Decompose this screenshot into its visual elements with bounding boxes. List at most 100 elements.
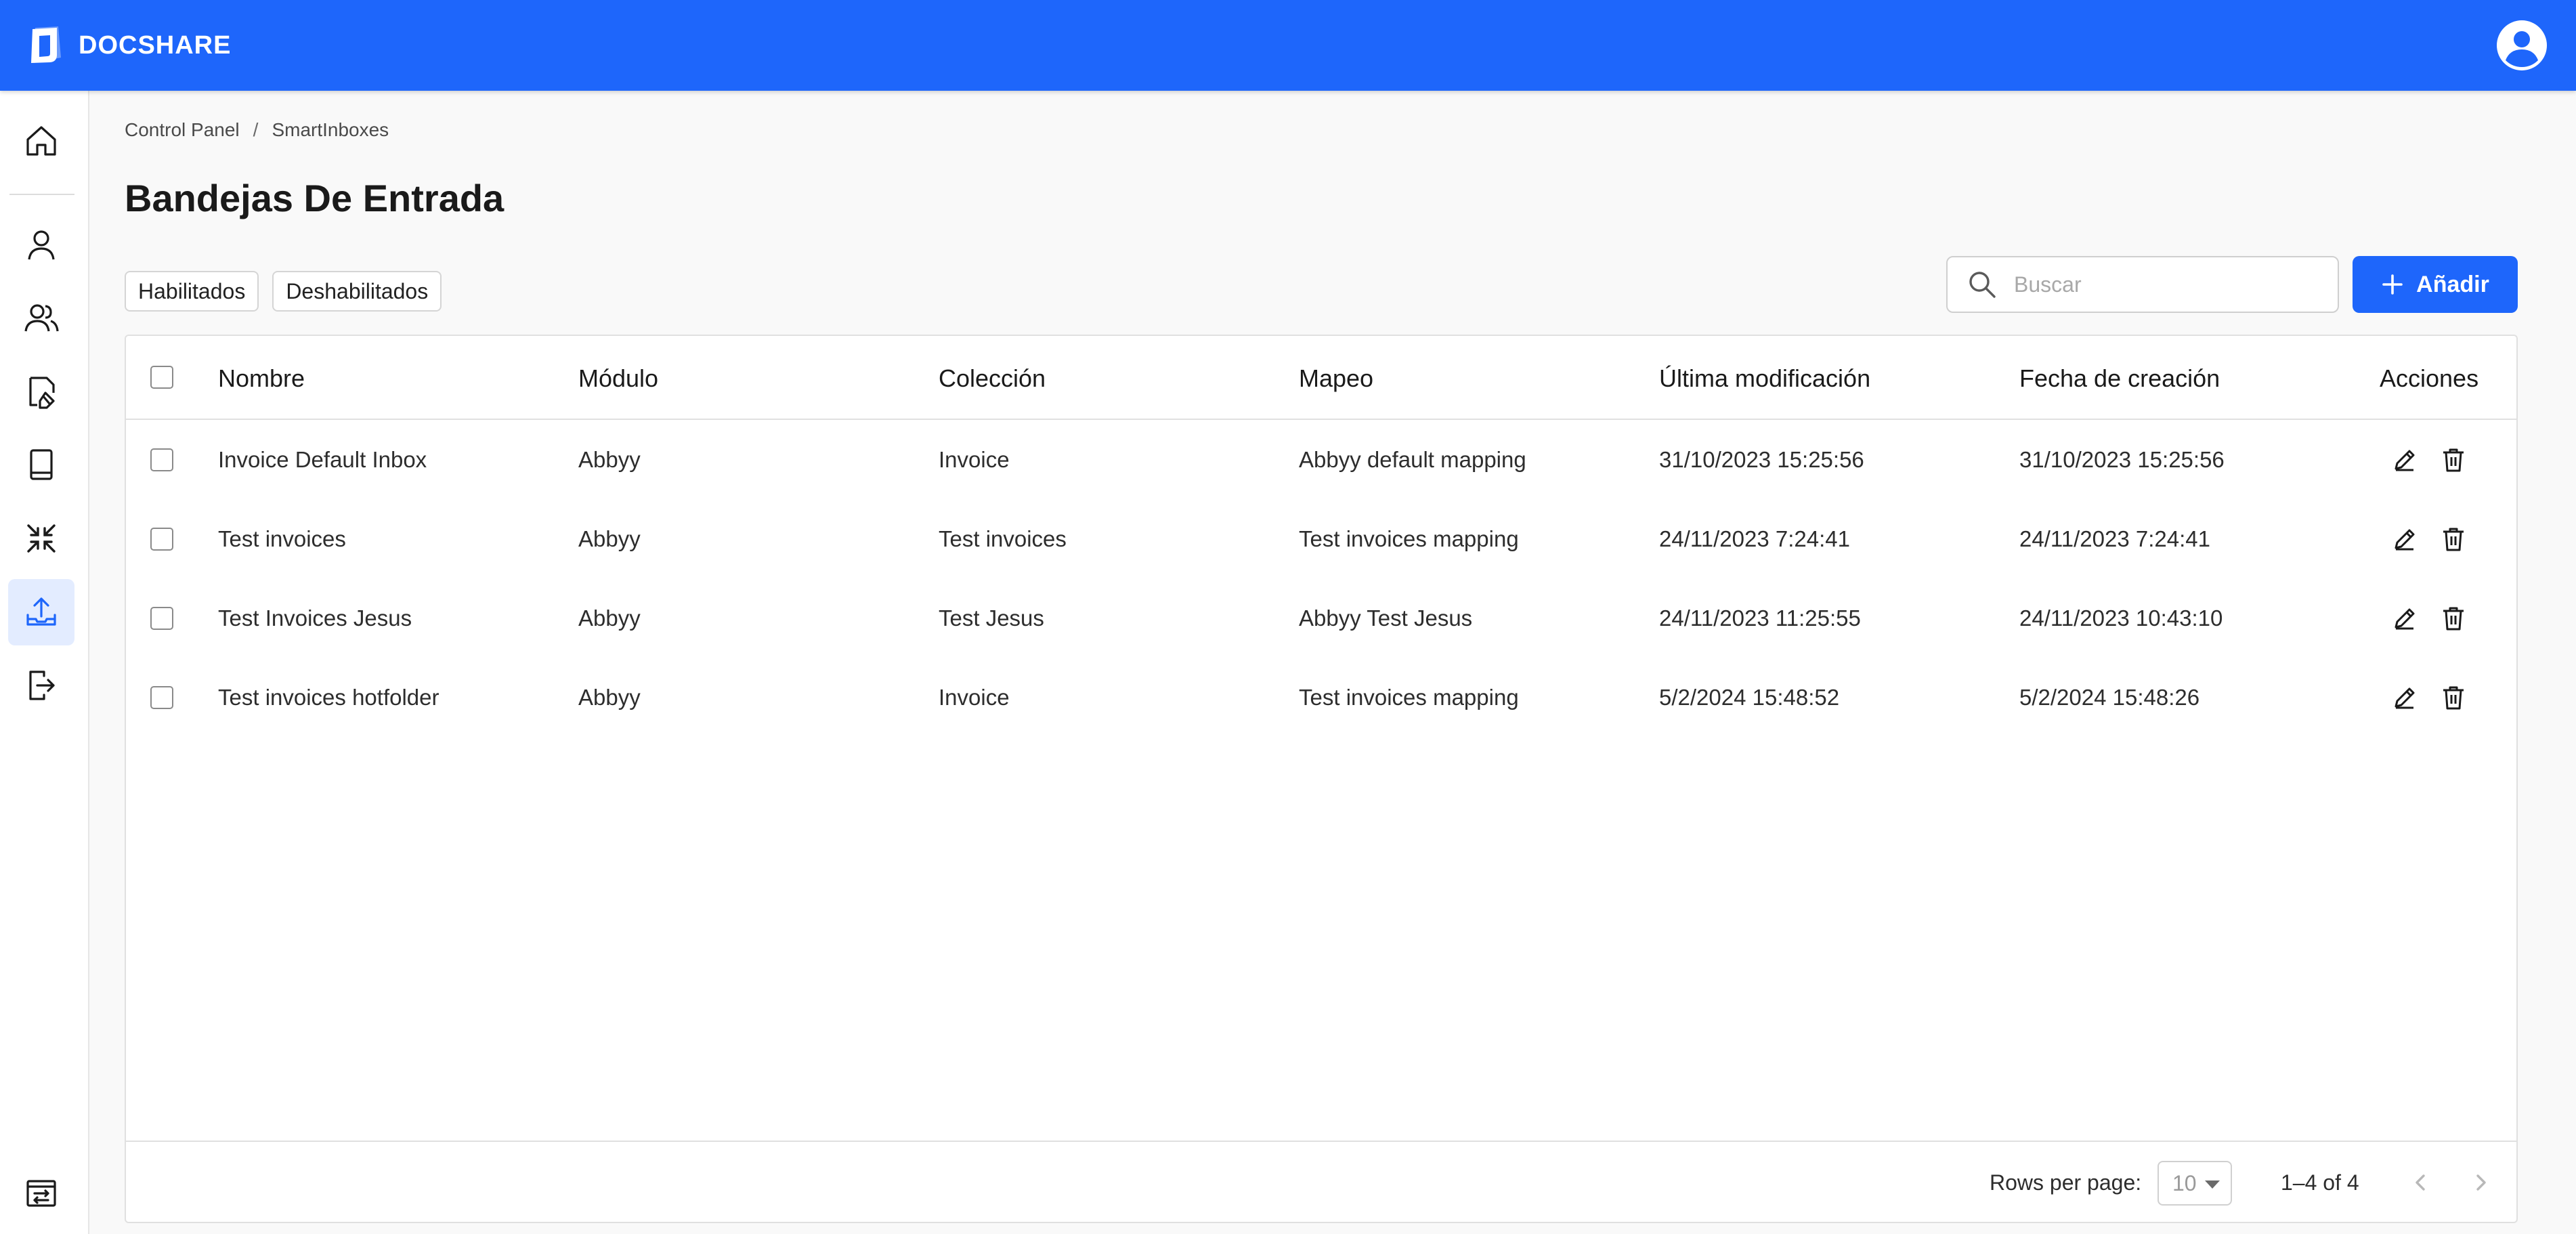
row-checkbox[interactable] — [150, 448, 173, 471]
cell-nombre: Test Invoices Jesus — [218, 605, 412, 631]
row-checkbox[interactable] — [150, 686, 173, 709]
cell-ultima-modificacion: 24/11/2023 7:24:41 — [1659, 526, 1850, 551]
exit-icon — [29, 671, 55, 700]
cell-fecha-creacion: 31/10/2023 15:25:56 — [2019, 447, 2225, 472]
cell-modulo: Abbyy — [578, 685, 641, 710]
delete-button[interactable] — [2439, 525, 2468, 553]
brand-name: DOCSHARE — [79, 30, 232, 60]
row-checkbox[interactable] — [150, 528, 173, 551]
breadcrumb-control-panel[interactable]: Control Panel — [125, 119, 240, 141]
user-icon — [28, 230, 55, 260]
inboxes-table: Nombre Módulo Colección Mapeo Última mod… — [125, 335, 2518, 1223]
column-header-mapeo[interactable]: Mapeo — [1299, 364, 1373, 393]
table-row[interactable]: Test invoices Abbyy Test invoices Test i… — [126, 499, 2516, 578]
compress-icon — [27, 524, 56, 553]
delete-button[interactable] — [2439, 446, 2468, 474]
cell-coleccion: Invoice — [939, 685, 1010, 710]
column-header-coleccion[interactable]: Colección — [939, 364, 1046, 393]
cell-ultima-modificacion: 5/2/2024 15:48:52 — [1659, 685, 1840, 710]
main-content: Control Panel / SmartInboxes Bandejas De… — [125, 91, 2518, 1234]
chevron-left-icon — [2416, 1174, 2425, 1191]
home-icon — [26, 126, 56, 156]
rows-per-page-select[interactable]: 10 — [2158, 1161, 2232, 1206]
edit-button[interactable] — [2390, 604, 2419, 633]
column-header-acciones: Acciones — [2380, 364, 2479, 392]
page-title: Bandejas De Entrada — [125, 177, 505, 219]
add-button[interactable]: Añadir — [2353, 256, 2518, 313]
cell-mapeo: Test invoices mapping — [1299, 685, 1519, 710]
sidebar-item-smartinboxes[interactable] — [8, 579, 74, 645]
breadcrumb-separator: / — [253, 119, 259, 140]
pencil-icon — [2395, 687, 2415, 709]
breadcrumb-smartinboxes: SmartInboxes — [272, 119, 389, 140]
docshare-logo-icon — [31, 26, 61, 63]
rows-per-page-value: 10 — [2172, 1170, 2197, 1195]
pencil-icon — [2395, 608, 2415, 630]
next-page-button[interactable] — [2466, 1168, 2496, 1197]
search-icon — [1969, 272, 1996, 298]
cell-fecha-creacion: 24/11/2023 10:43:10 — [2019, 605, 2223, 631]
sidebar-item-users[interactable] — [8, 284, 74, 351]
row-checkbox[interactable] — [150, 607, 173, 630]
cell-nombre: Invoice Default Inbox — [218, 447, 427, 472]
select-all-checkbox[interactable] — [150, 366, 173, 389]
sidebar-item-compress[interactable] — [8, 505, 74, 572]
table-row[interactable]: Test invoices hotfolder Abbyy Invoice Te… — [126, 658, 2516, 737]
book-icon — [30, 449, 53, 480]
document-edit-icon — [29, 377, 55, 409]
cell-coleccion: Test invoices — [939, 526, 1067, 551]
cell-coleccion: Invoice — [939, 447, 1010, 472]
delete-button[interactable] — [2439, 604, 2468, 633]
delete-button[interactable] — [2439, 683, 2468, 712]
table-row[interactable]: Invoice Default Inbox Abbyy Invoice Abby… — [126, 420, 2516, 499]
sidebar-item-home[interactable] — [8, 108, 74, 174]
filter-enabled-button[interactable]: Habilitados — [125, 271, 259, 312]
column-header-ultima-modificacion[interactable]: Última modificación — [1659, 364, 1870, 393]
edit-button[interactable] — [2390, 446, 2419, 474]
sidebar-item-documents[interactable] — [8, 358, 74, 425]
filter-disabled-button[interactable]: Deshabilitados — [272, 271, 442, 312]
cell-modulo: Abbyy — [578, 605, 641, 631]
cell-coleccion: Test Jesus — [939, 605, 1044, 631]
chevron-right-icon — [2476, 1174, 2486, 1191]
status-filters: Habilitados Deshabilitados — [125, 271, 442, 312]
search-input[interactable] — [2014, 272, 2312, 297]
cell-modulo: Abbyy — [578, 526, 641, 551]
trash-icon — [2443, 448, 2464, 472]
sidebar-item-user[interactable] — [8, 211, 74, 278]
table-row[interactable]: Test Invoices Jesus Abbyy Test Jesus Abb… — [126, 578, 2516, 658]
account-avatar-icon[interactable] — [2496, 20, 2548, 71]
cell-ultima-modificacion: 31/10/2023 15:25:56 — [1659, 447, 1864, 472]
cell-mapeo: Abbyy default mapping — [1299, 447, 1526, 472]
cell-fecha-creacion: 24/11/2023 7:24:41 — [2019, 526, 2210, 551]
column-header-modulo[interactable]: Módulo — [578, 364, 658, 393]
pencil-icon — [2395, 450, 2415, 471]
column-header-fecha-creacion[interactable]: Fecha de creación — [2019, 364, 2220, 393]
sidebar — [0, 91, 89, 1234]
brand[interactable]: DOCSHARE — [27, 24, 231, 67]
cell-fecha-creacion: 5/2/2024 15:48:26 — [2019, 685, 2200, 710]
sidebar-item-library[interactable] — [8, 431, 74, 498]
cell-modulo: Abbyy — [578, 447, 641, 472]
caret-down-icon — [2205, 1180, 2220, 1189]
pencil-icon — [2395, 529, 2415, 551]
users-icon — [24, 304, 59, 332]
search-box[interactable] — [1946, 256, 2339, 313]
trash-icon — [2443, 528, 2464, 551]
cell-mapeo: Abbyy Test Jesus — [1299, 605, 1473, 631]
pagination-range: 1–4 of 4 — [2281, 1170, 2359, 1195]
column-header-nombre[interactable]: Nombre — [218, 364, 305, 393]
table-header: Nombre Módulo Colección Mapeo Última mod… — [126, 336, 2516, 420]
plus-icon — [2382, 274, 2403, 295]
top-app-bar: DOCSHARE — [0, 0, 2576, 91]
edit-button[interactable] — [2390, 683, 2419, 712]
sidebar-item-switch-panel[interactable] — [8, 1160, 74, 1227]
sidebar-divider — [9, 194, 74, 195]
cell-nombre: Test invoices — [218, 526, 346, 551]
previous-page-button[interactable] — [2405, 1168, 2435, 1197]
edit-button[interactable] — [2390, 525, 2419, 553]
inbox-upload-icon — [26, 597, 56, 626]
cell-ultima-modificacion: 24/11/2023 11:25:55 — [1659, 605, 1861, 631]
trash-icon — [2443, 607, 2464, 631]
sidebar-item-logout[interactable] — [8, 652, 74, 719]
